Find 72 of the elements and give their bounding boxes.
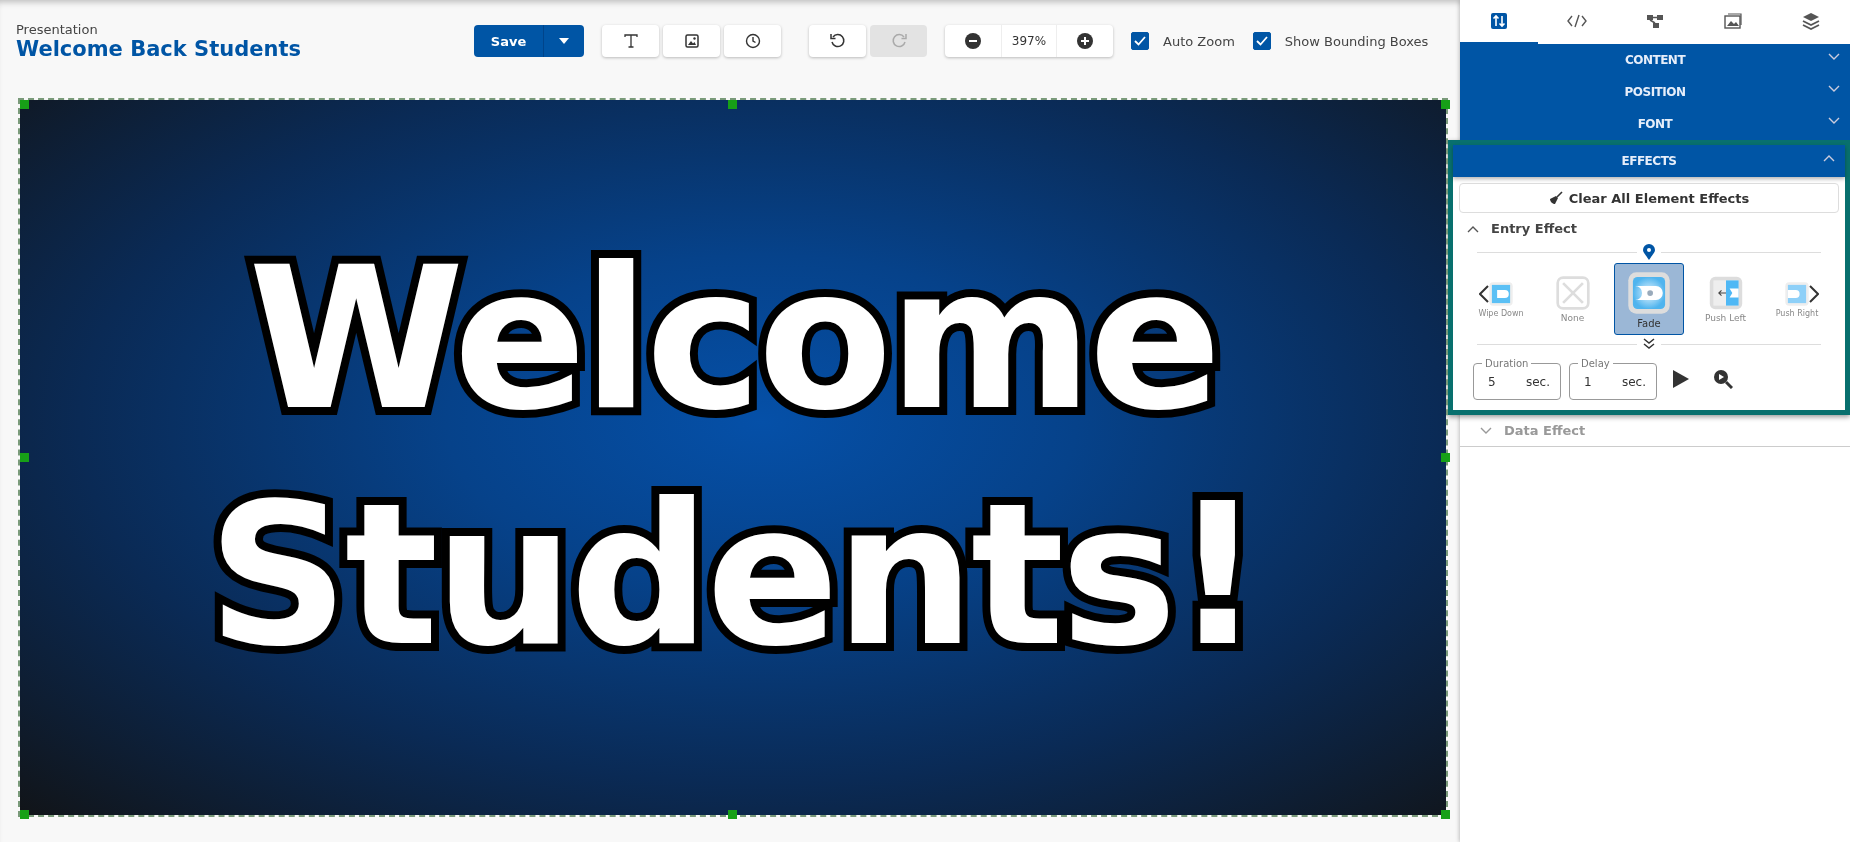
text-icon xyxy=(622,33,639,49)
wipe-effect-icon xyxy=(1488,280,1514,307)
slide-heading: Students! xyxy=(207,459,1259,691)
undo-icon xyxy=(828,32,847,50)
double-chevron-down-icon[interactable] xyxy=(1643,338,1655,350)
broom-icon xyxy=(1548,191,1563,205)
checkbox[interactable] xyxy=(1131,32,1149,50)
chevron-down-icon xyxy=(1828,53,1840,61)
unit-label: sec. xyxy=(1525,375,1550,389)
nodes-icon xyxy=(1646,13,1664,29)
resize-handle[interactable] xyxy=(728,100,737,109)
document-title: Welcome Back Students xyxy=(16,36,302,61)
field-value: 1 xyxy=(1584,375,1592,389)
section-header[interactable]: POSITION xyxy=(1460,76,1850,108)
zoom-level: 397% xyxy=(1001,25,1057,57)
checkbox[interactable] xyxy=(1252,32,1271,50)
sort-arrows-icon xyxy=(1490,12,1508,30)
chevron-left-icon[interactable] xyxy=(1479,285,1489,303)
image-tool-button[interactable] xyxy=(663,25,720,57)
resize-handle[interactable] xyxy=(1441,100,1450,109)
chevron-down-icon xyxy=(1828,85,1840,93)
panel-tab[interactable] xyxy=(1460,0,1538,44)
chevron-up-icon xyxy=(1467,224,1479,233)
chevron-up-icon xyxy=(1823,154,1835,162)
checkbox-label: Auto Zoom xyxy=(1163,33,1235,49)
layers-icon xyxy=(1802,12,1820,30)
field-label: Duration xyxy=(1484,358,1530,369)
minus-circle-icon xyxy=(965,33,981,49)
effect-option[interactable]: Fade xyxy=(1614,263,1684,335)
chevron-down-icon xyxy=(1828,117,1840,125)
slide-heading: Welcome xyxy=(248,224,1218,456)
entry-effect-header[interactable]: Entry Effect xyxy=(1459,213,1839,244)
resize-handle[interactable] xyxy=(1441,810,1450,819)
push-effect-icon xyxy=(1784,280,1810,307)
resize-handle[interactable] xyxy=(728,810,737,819)
none-effect-icon xyxy=(1554,275,1591,311)
field-label: Delay xyxy=(1580,358,1611,369)
push-effect-icon xyxy=(1707,275,1744,311)
resize-handle[interactable] xyxy=(20,100,29,109)
section-header[interactable]: EFFECTS xyxy=(1453,145,1845,177)
panel-tab[interactable] xyxy=(1772,0,1850,44)
effect-option[interactable]: Wipe Down xyxy=(1471,269,1531,329)
image-icon xyxy=(684,34,699,48)
plus-circle-icon xyxy=(1077,33,1093,49)
resize-handle[interactable] xyxy=(20,810,29,819)
section-header[interactable]: FONT xyxy=(1460,108,1850,140)
duration-field[interactable]: Duration 5 sec. xyxy=(1473,358,1561,400)
resize-handle[interactable] xyxy=(1441,452,1450,462)
chevron-down-icon xyxy=(1480,426,1492,435)
field-value: 5 xyxy=(1488,375,1496,389)
section-header[interactable]: CONTENT xyxy=(1460,44,1850,76)
text-tool-button[interactable] xyxy=(602,25,659,57)
clock-tool-button[interactable] xyxy=(724,25,781,57)
location-pin-icon xyxy=(1643,244,1655,260)
checkbox-label: Show Bounding Boxes xyxy=(1284,33,1429,49)
caret-icon xyxy=(559,38,569,44)
delay-field[interactable]: Delay 1 sec. xyxy=(1569,358,1657,400)
image-icon xyxy=(1724,13,1742,29)
clear-effects-button[interactable]: Clear All Element Effects xyxy=(1459,183,1839,213)
document-type: Presentation xyxy=(16,21,99,37)
clock-icon xyxy=(744,33,761,49)
chevron-right-icon[interactable] xyxy=(1809,285,1819,303)
unit-label: sec. xyxy=(1621,375,1646,389)
save-button[interactable]: Save xyxy=(474,25,544,57)
effect-option[interactable]: Push Left xyxy=(1695,269,1756,329)
effect-option[interactable]: None xyxy=(1542,269,1603,329)
undo-button[interactable] xyxy=(809,25,866,57)
resize-handle[interactable] xyxy=(20,452,29,462)
effect-option[interactable]: Push Right xyxy=(1767,269,1827,329)
fade-effect-icon xyxy=(1626,269,1672,316)
code-icon xyxy=(1567,14,1587,28)
save-options-button[interactable] xyxy=(544,25,584,57)
